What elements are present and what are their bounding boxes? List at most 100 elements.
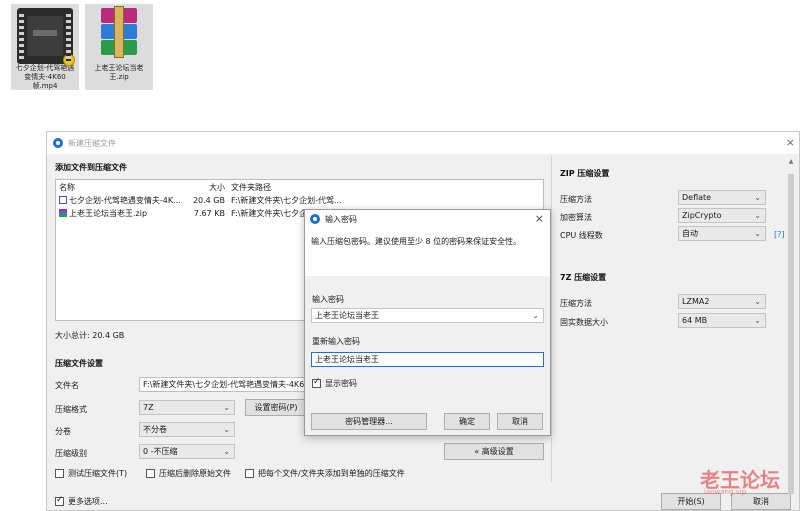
table-row[interactable]: 七夕企划-代驾艳遇变情夫-4K... 20.4 GB F:\新建文件夹\七夕企划… xyxy=(56,194,543,207)
more-options-checkbox[interactable]: 更多选项... xyxy=(55,495,108,507)
test-archive-checkbox[interactable]: 测试压缩文件(T) xyxy=(55,468,127,479)
format-value: 7Z xyxy=(143,403,154,412)
dialog-info-text: 输入压缩包密码。建议使用至少 8 位的密码来保证安全性。 xyxy=(311,237,522,246)
zip-file-icon xyxy=(59,209,67,217)
video-file-icon xyxy=(17,8,75,66)
file-path: F:\新建文件夹\七夕企划-代驾... xyxy=(231,196,342,205)
chevron-down-icon: ⌄ xyxy=(223,425,230,434)
delete-after-checkbox[interactable]: 压缩后删除原始文件 xyxy=(146,468,231,479)
file-size: 7.67 KB xyxy=(193,209,225,218)
window-titlebar: 新建压缩文件 xyxy=(47,132,799,154)
dialog-title: 输入密码 xyxy=(325,214,357,224)
password-label: 输入密码 xyxy=(312,295,344,304)
password-dialog: 输入密码 × 输入压缩包密码。建议使用至少 8 位的密码来保证安全性。 输入密码… xyxy=(304,209,551,436)
solid-size-value: 64 MB xyxy=(682,316,708,325)
dialog-cancel-button[interactable]: 取消 xyxy=(497,413,543,430)
checkbox-label: 把每个文件/文件夹添加到单独的压缩文件 xyxy=(258,469,405,478)
chevron-down-icon: ⌄ xyxy=(754,316,761,325)
7z-settings-title: 7Z 压缩设置 xyxy=(560,273,607,282)
add-files-title: 添加文件到压缩文件 xyxy=(55,163,127,172)
chevron-down-icon: ⌄ xyxy=(754,297,761,306)
settings-scrollbar[interactable]: ▲ xyxy=(787,156,795,494)
split-select[interactable]: 不分卷 ⌄ xyxy=(139,422,235,437)
close-icon[interactable]: × xyxy=(786,136,795,149)
watermark-url: laowang.vip xyxy=(704,488,747,496)
password-input[interactable]: 上老王论坛当老王 ⌄ xyxy=(311,308,544,323)
separate-archives-checkbox[interactable]: 把每个文件/文件夹添加到单独的压缩文件 xyxy=(245,468,405,479)
scroll-up-icon[interactable]: ▲ xyxy=(787,158,795,165)
zip-method-value: Deflate xyxy=(682,193,712,202)
7z-method-select[interactable]: LZMA2 ⌄ xyxy=(678,294,766,309)
zip-method-select[interactable]: Deflate ⌄ xyxy=(678,190,766,205)
chevron-down-icon: ⌄ xyxy=(223,447,230,456)
app-logo-icon xyxy=(53,138,63,148)
zip-method-label: 压缩方法 xyxy=(560,195,592,204)
lock-badge-icon xyxy=(63,54,75,66)
video-file-icon xyxy=(59,196,67,204)
dialog-info: 输入压缩包密码。建议使用至少 8 位的密码来保证安全性。 xyxy=(305,228,550,276)
checkbox-label: 测试压缩文件(T) xyxy=(68,469,128,478)
encrypt-value: ZipCrypto xyxy=(682,211,722,220)
chevron-down-icon: ⌄ xyxy=(754,229,761,238)
chevron-down-icon[interactable]: ⌄ xyxy=(532,309,539,322)
encrypt-label: 加密算法 xyxy=(560,213,592,222)
chevron-down-icon: ⌄ xyxy=(754,193,761,202)
show-password-checkbox[interactable]: 显示密码 xyxy=(312,377,357,389)
winrar-archive-icon xyxy=(91,6,147,64)
password-value: 上老王论坛当老王 xyxy=(315,311,379,320)
level-label: 压缩级别 xyxy=(55,449,87,458)
total-size: 大小总计: 20.4 GB xyxy=(55,331,125,340)
format-label: 压缩格式 xyxy=(55,405,87,414)
file-name: 七夕企划-代驾艳遇变情夫-4K... xyxy=(69,196,181,205)
checkbox-label: 更多选项... xyxy=(68,497,108,506)
file-size: 20.4 GB xyxy=(192,196,225,205)
desktop-icon-label: 七夕企划-代驾艳遇变情夫-4K60帧.mp4 xyxy=(15,64,75,90)
encrypt-select[interactable]: ZipCrypto ⌄ xyxy=(678,208,766,223)
split-value: 不分卷 xyxy=(143,425,167,434)
confirm-password-label: 重新输入密码 xyxy=(312,337,360,346)
column-size[interactable]: 大小 xyxy=(185,182,225,193)
file-list-header: 名称 大小 文件夹路径 xyxy=(56,180,543,194)
filename-label: 文件名 xyxy=(55,381,79,390)
split-label: 分卷 xyxy=(55,427,71,436)
dialog-titlebar: 输入密码 xyxy=(305,210,550,228)
chevron-down-icon: ⌄ xyxy=(754,211,761,220)
set-password-button[interactable]: 设置密码(P) xyxy=(245,399,307,416)
app-logo-icon xyxy=(310,214,320,224)
column-name[interactable]: 名称 xyxy=(56,182,185,193)
checkbox-label: 压缩后删除原始文件 xyxy=(159,469,231,478)
zip-settings-title: ZIP 压缩设置 xyxy=(560,169,610,178)
checkbox-box xyxy=(146,469,155,478)
checkbox-box xyxy=(245,469,254,478)
advanced-settings-button[interactable]: « 高级设置 xyxy=(444,443,544,460)
chevron-down-icon: ⌄ xyxy=(223,403,230,412)
password-manager-button[interactable]: 密码管理器... xyxy=(311,413,427,430)
filename-input[interactable]: F:\新建文件夹\七夕企划-代驾艳遇变情夫-4K60 xyxy=(139,377,307,392)
7z-method-value: LZMA2 xyxy=(682,297,710,306)
solid-size-label: 固实数据大小 xyxy=(560,318,608,327)
level-select[interactable]: 0 -不压缩 ⌄ xyxy=(139,444,235,459)
solid-size-select[interactable]: 64 MB ⌄ xyxy=(678,313,766,328)
checkbox-box xyxy=(55,469,64,478)
archive-settings-title: 压缩文件设置 xyxy=(55,359,103,368)
threads-select[interactable]: 自动 ⌄ xyxy=(678,226,766,241)
confirm-password-input[interactable]: 上老王论坛当老王 xyxy=(311,352,544,367)
ok-button[interactable]: 确定 xyxy=(444,413,490,430)
settings-panel: ZIP 压缩设置 压缩方法 Deflate ⌄ 加密算法 ZipCrypto ⌄… xyxy=(551,156,795,494)
threads-label: CPU 线程数 xyxy=(560,231,603,240)
level-value: 0 -不压缩 xyxy=(143,447,178,456)
checkbox-box xyxy=(55,495,64,506)
desktop-icon-video[interactable]: 七夕企划-代驾艳遇变情夫-4K60帧.mp4 xyxy=(11,4,79,90)
desktop-icon-label: 上老王论坛当老王.zip xyxy=(94,64,144,81)
close-icon[interactable]: × xyxy=(535,212,544,225)
desktop-icon-zip[interactable]: 上老王论坛当老王.zip xyxy=(85,4,153,90)
format-select[interactable]: 7Z ⌄ xyxy=(139,400,235,415)
7z-method-label: 压缩方法 xyxy=(560,299,592,308)
file-name: 上老王论坛当老王.zip xyxy=(69,209,148,218)
help-link[interactable]: [?] xyxy=(774,230,785,239)
checkbox-label: 显示密码 xyxy=(325,379,357,388)
scrollbar-thumb[interactable] xyxy=(788,174,794,494)
column-path[interactable]: 文件夹路径 xyxy=(225,182,353,193)
window-title: 新建压缩文件 xyxy=(68,138,116,148)
checkbox-box xyxy=(312,377,321,388)
